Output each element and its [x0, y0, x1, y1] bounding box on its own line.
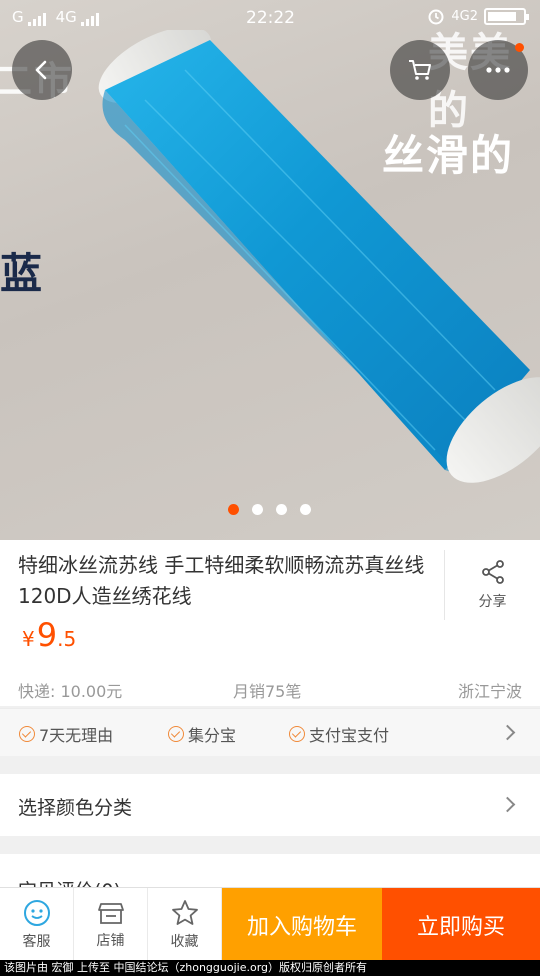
product-info: 特细冰丝流苏线 手工特细柔软顺畅流苏真丝线 120D人造丝绣花线 分享 ¥ 9 … [0, 540, 540, 706]
price-integer: 9 [36, 616, 58, 654]
service-item: 集分宝 [168, 722, 236, 746]
bottom-action-bar: 客服 店铺 收藏 加入购物车 立即购买 [0, 887, 540, 961]
monthly-sales: 月销75笔 [233, 682, 302, 701]
star-icon [171, 899, 198, 925]
favorite-button[interactable]: 收藏 [148, 888, 222, 961]
more-button[interactable] [468, 40, 528, 100]
product-meta: 快递: 10.00元 月销75笔 浙江宁波 [0, 678, 540, 702]
check-circle-icon [19, 726, 35, 742]
favorite-label: 收藏 [170, 933, 199, 950]
chevron-left-icon [35, 60, 47, 80]
service-label: 支付宝支付 [309, 726, 390, 745]
carousel-dot[interactable] [276, 504, 287, 515]
service-label: 7天无理由 [39, 726, 114, 745]
carousel-indicator [228, 504, 311, 515]
back-button[interactable] [12, 40, 72, 100]
share-icon [481, 560, 504, 584]
battery-icon [484, 7, 529, 25]
price: ¥ 9 .5 [22, 616, 76, 654]
shop-label: 店铺 [96, 932, 125, 949]
customer-service-label: 客服 [22, 933, 51, 950]
network-label: 4G [55, 8, 77, 26]
service-label: 集分宝 [188, 726, 237, 745]
clock: 22:22 [246, 8, 295, 28]
buy-now-button[interactable]: 立即购买 [382, 888, 540, 961]
cart-button[interactable] [390, 40, 450, 100]
network-indicator: 4G2 [451, 8, 478, 24]
cart-icon [409, 60, 431, 80]
product-title: 特细冰丝流苏线 手工特细柔软顺畅流苏真丝线 120D人造丝绣花线 [18, 553, 425, 608]
carrier-label: G [12, 8, 24, 26]
price-decimal: .5 [57, 627, 77, 651]
hero-overlay-text: 蓝 [0, 249, 45, 298]
carousel-dot[interactable] [228, 504, 239, 515]
shipping-fee: 快递: 10.00元 [18, 682, 123, 701]
notification-dot [515, 43, 524, 52]
chevron-right-icon [499, 724, 516, 741]
share-label: 分享 [478, 594, 507, 610]
shop-button[interactable]: 店铺 [74, 888, 148, 961]
add-to-cart-button[interactable]: 加入购物车 [222, 888, 382, 961]
watermark-banner: 该图片由 宏御 上传至 中国结论坛（zhongguojie.org）版权归原创者… [0, 960, 540, 976]
check-circle-icon [289, 726, 305, 742]
more-dots-icon [486, 67, 510, 73]
alarm-icon [428, 9, 444, 25]
service-face-icon [23, 899, 50, 926]
customer-service-button[interactable]: 客服 [0, 888, 74, 961]
chevron-right-icon [499, 796, 516, 813]
service-guarantees[interactable]: 7天无理由 集分宝 支付宝支付 [0, 708, 540, 756]
signal-icon [80, 12, 99, 26]
carousel-dot[interactable] [300, 504, 311, 515]
shop-icon [97, 902, 124, 924]
status-bar: G 4G 22:22 4G2 [0, 0, 540, 34]
signal-icon [27, 12, 46, 26]
color-select-row[interactable]: 选择颜色分类 [0, 774, 540, 836]
share-button[interactable]: 分享 [444, 550, 540, 620]
ship-location: 浙江宁波 [457, 682, 522, 701]
hero-overlay-text: 丝滑的 [382, 131, 515, 180]
service-item: 支付宝支付 [289, 722, 389, 746]
price-currency: ¥ [22, 627, 35, 651]
color-select-label: 选择颜色分类 [18, 797, 133, 819]
product-image-carousel[interactable]: 二市 美美的 丝滑的 蓝 G 4G 22:22 4G2 [0, 0, 540, 540]
service-item: 7天无理由 [19, 722, 113, 746]
check-circle-icon [168, 726, 184, 742]
carousel-dot[interactable] [252, 504, 263, 515]
